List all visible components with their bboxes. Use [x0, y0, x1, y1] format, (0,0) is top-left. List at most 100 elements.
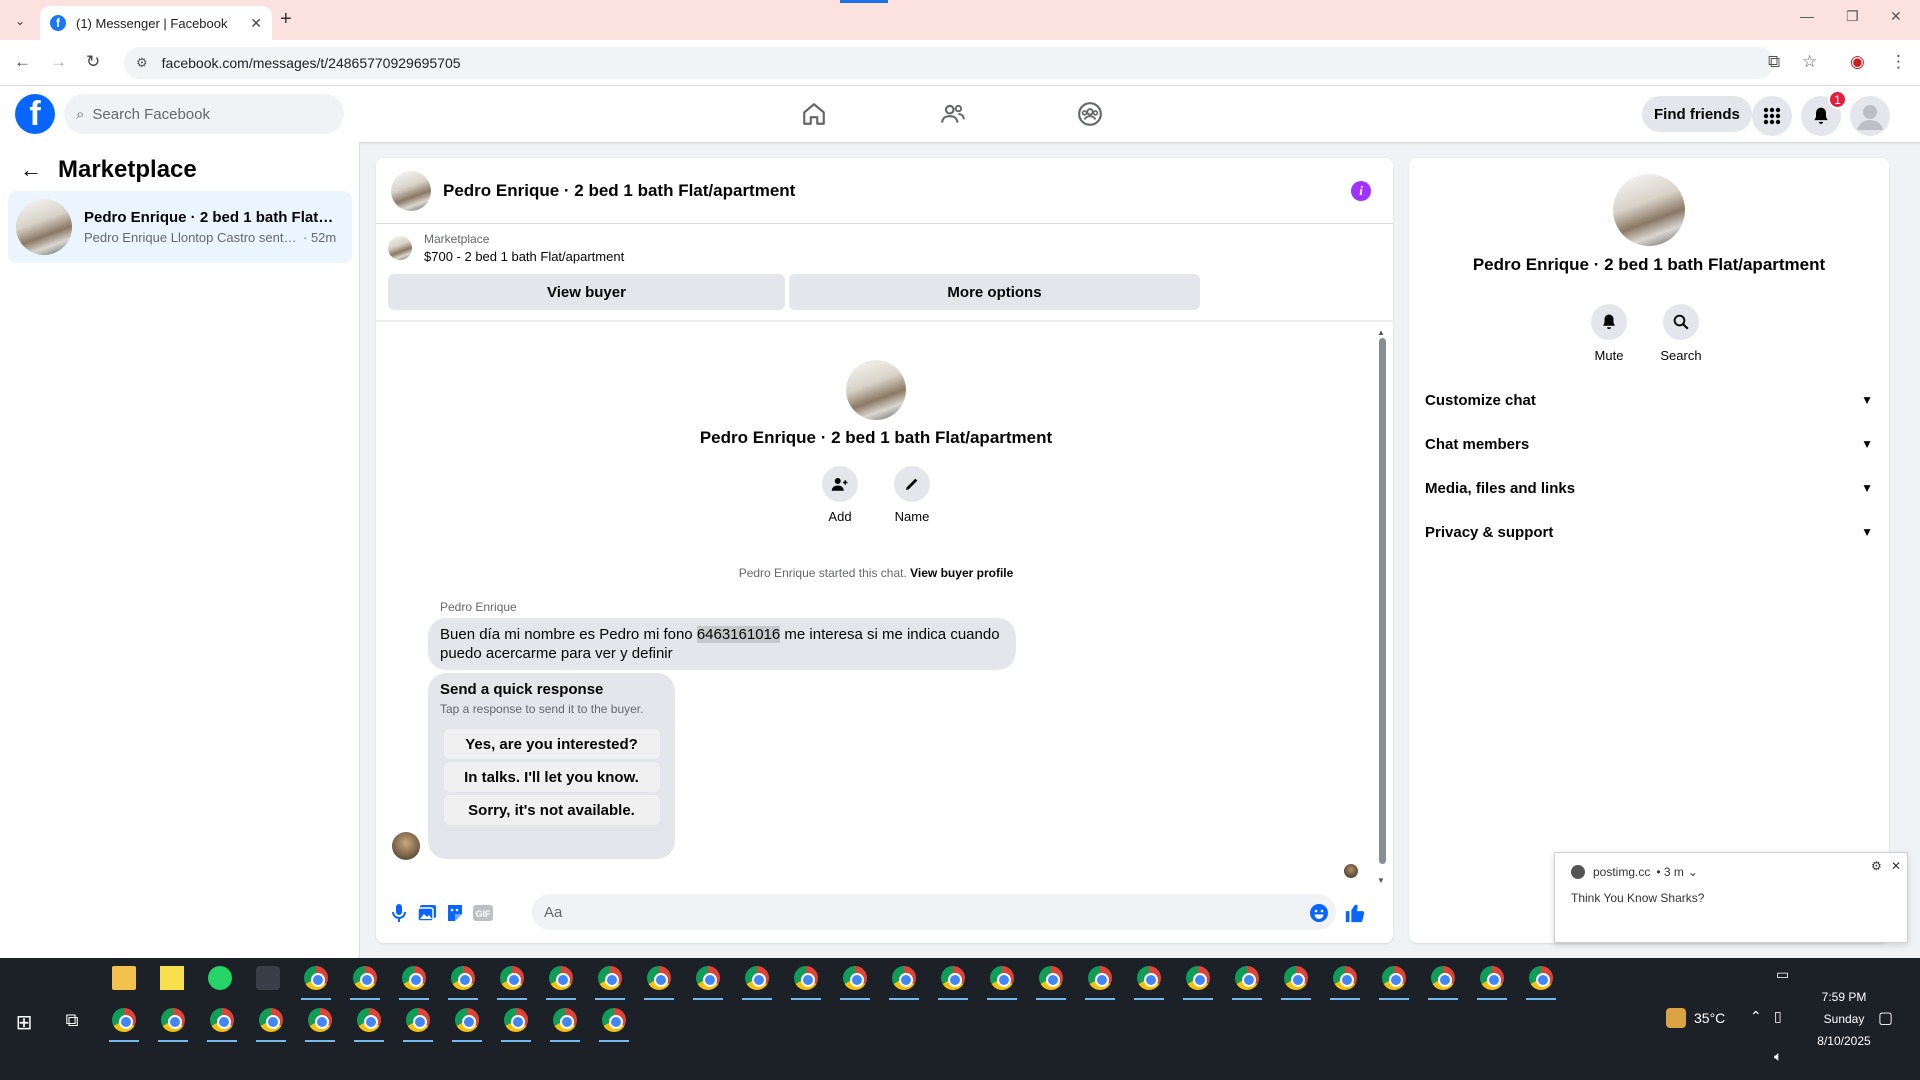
find-friends-button[interactable]: Find friends	[1642, 96, 1752, 132]
chrome-window-icon[interactable]	[161, 1008, 185, 1032]
quick-response-sorry-button[interactable]: Sorry, it's not available.	[443, 795, 660, 825]
forward-arrow-icon[interactable]: →	[50, 52, 67, 72]
chrome-window-icon[interactable]	[598, 966, 622, 990]
browser-notification[interactable]: postimg.cc • 3 m ⌄ Think You Know Sharks…	[1554, 852, 1908, 943]
chrome-window-icon[interactable]	[1480, 966, 1504, 990]
tab-close-icon[interactable]: ✕	[250, 15, 262, 32]
chrome-window-icon[interactable]	[794, 966, 818, 990]
chrome-window-icon[interactable]	[112, 1008, 136, 1032]
network-icon[interactable]: ▭	[1776, 966, 1789, 983]
action-center-icon[interactable]: ▢	[1878, 1008, 1893, 1028]
gif-icon[interactable]: GIF	[472, 902, 494, 924]
restore-button[interactable]: ❐	[1846, 8, 1859, 25]
customize-chat-section[interactable]: Customize chat ▼	[1425, 378, 1873, 422]
listing-summary[interactable]: Marketplace $700 - 2 bed 1 bath Flat/apa…	[388, 232, 624, 264]
emoji-icon[interactable]	[1308, 902, 1330, 924]
facebook-logo-icon[interactable]: f	[15, 94, 55, 134]
phone-number-highlight[interactable]: 6463161016	[696, 626, 781, 643]
menu-grid-icon[interactable]	[1752, 96, 1792, 136]
profile-icon[interactable]: ◉	[1850, 52, 1865, 72]
home-icon[interactable]	[786, 96, 842, 132]
install-app-icon[interactable]: ⧉	[1768, 52, 1780, 72]
friends-icon[interactable]	[925, 96, 981, 132]
chat-scrollbar[interactable]: ▲ ▼	[1377, 328, 1387, 888]
weather-temperature[interactable]: 35°C	[1694, 1010, 1725, 1026]
notification-close-icon[interactable]: ✕	[1891, 859, 1901, 873]
chrome-window-icon[interactable]	[304, 966, 328, 990]
view-buyer-profile-link[interactable]: View buyer profile	[910, 566, 1013, 580]
chrome-window-icon[interactable]	[1088, 966, 1112, 990]
search-action[interactable]: Search	[1651, 304, 1711, 363]
chrome-window-icon[interactable]	[1382, 966, 1406, 990]
chrome-window-icon[interactable]	[1039, 966, 1063, 990]
chrome-window-icon[interactable]	[455, 1008, 479, 1032]
thumbs-up-icon[interactable]	[1344, 902, 1366, 924]
chrome-window-icon[interactable]	[696, 966, 720, 990]
conversation-item[interactable]: Pedro Enrique · 2 bed 1 bath Flat/apartm…	[8, 191, 352, 263]
chrome-window-icon[interactable]	[941, 966, 965, 990]
chrome-window-icon[interactable]	[1137, 966, 1161, 990]
chat-header-avatar[interactable]	[391, 170, 431, 211]
chevron-down-icon[interactable]: ⌄	[1688, 865, 1698, 879]
facebook-search[interactable]: ⌕	[64, 94, 344, 134]
battery-icon[interactable]: ▯	[1774, 1008, 1782, 1025]
microphone-icon[interactable]	[388, 902, 410, 924]
chrome-window-icon[interactable]	[210, 1008, 234, 1032]
back-arrow-icon[interactable]: ←	[20, 157, 42, 183]
chrome-window-icon[interactable]	[402, 966, 426, 990]
groups-icon[interactable]	[1062, 96, 1118, 132]
scrollbar-thumb[interactable]	[1379, 338, 1386, 864]
taskbar-clock[interactable]: 7:59 PM Sunday 8/10/2025	[1804, 990, 1884, 1048]
browser-tab-messenger[interactable]: f (1) Messenger | Facebook ✕	[40, 6, 272, 40]
chrome-window-icon[interactable]	[504, 1008, 528, 1032]
windows-start-icon[interactable]: ⊞	[12, 1010, 36, 1034]
add-people-action[interactable]: Add	[810, 466, 870, 524]
bookmark-star-icon[interactable]: ☆	[1802, 52, 1817, 72]
chrome-window-icon[interactable]	[353, 966, 377, 990]
chrome-window-icon[interactable]	[843, 966, 867, 990]
settings-gear-icon[interactable]: ⚙	[1871, 859, 1882, 873]
search-input[interactable]	[92, 105, 313, 123]
address-bar[interactable]: ⚙ facebook.com/messages/t/24865770929695…	[124, 47, 1774, 79]
chrome-window-icon[interactable]	[1333, 966, 1357, 990]
pinned-app-icon[interactable]	[256, 966, 280, 990]
chrome-window-icon[interactable]	[602, 1008, 626, 1032]
chrome-window-icon[interactable]	[892, 966, 916, 990]
chrome-window-icon[interactable]	[1235, 966, 1259, 990]
back-arrow-icon[interactable]: ←	[14, 52, 31, 72]
chrome-window-icon[interactable]	[990, 966, 1014, 990]
photo-icon[interactable]	[416, 902, 438, 924]
chrome-window-icon[interactable]	[647, 966, 671, 990]
scroll-down-arrow-icon[interactable]: ▼	[1377, 876, 1385, 885]
chrome-window-icon[interactable]	[1186, 966, 1210, 990]
chrome-window-icon[interactable]	[406, 1008, 430, 1032]
chrome-window-icon[interactable]	[553, 1008, 577, 1032]
volume-icon[interactable]: 🔈︎	[1774, 1048, 1782, 1065]
conversation-info-icon[interactable]: i	[1351, 181, 1371, 201]
chrome-window-icon[interactable]	[500, 966, 524, 990]
browser-menu-icon[interactable]: ⋮	[1890, 52, 1907, 72]
sticky-notes-icon[interactable]	[160, 966, 184, 990]
chat-header-name[interactable]: Pedro Enrique · 2 bed 1 bath Flat/apartm…	[443, 181, 795, 201]
details-avatar[interactable]	[1613, 174, 1685, 246]
view-buyer-button[interactable]: View buyer	[388, 274, 785, 310]
task-view-icon[interactable]: ⧉	[60, 1010, 84, 1034]
sticker-icon[interactable]	[444, 902, 466, 924]
quick-response-talks-button[interactable]: In talks. I'll let you know.	[443, 762, 660, 792]
chat-members-section[interactable]: Chat members ▼	[1425, 422, 1873, 466]
privacy-support-section[interactable]: Privacy & support ▼	[1425, 510, 1873, 554]
chrome-window-icon[interactable]	[745, 966, 769, 990]
tab-search-button[interactable]: ⌄	[8, 10, 32, 32]
reload-icon[interactable]: ↻	[86, 52, 100, 72]
window-close-button[interactable]: ✕	[1890, 8, 1902, 25]
minimize-button[interactable]: —	[1800, 8, 1814, 24]
tray-overflow-icon[interactable]: ⌃	[1750, 1008, 1762, 1025]
new-tab-button[interactable]: +	[280, 8, 292, 31]
mute-action[interactable]: Mute	[1579, 304, 1639, 363]
chrome-window-icon[interactable]	[1529, 966, 1553, 990]
name-chat-action[interactable]: Name	[882, 466, 942, 524]
chrome-window-icon[interactable]	[357, 1008, 381, 1032]
site-info-icon[interactable]: ⚙	[136, 55, 148, 71]
whatsapp-icon[interactable]	[208, 966, 232, 990]
chrome-window-icon[interactable]	[549, 966, 573, 990]
